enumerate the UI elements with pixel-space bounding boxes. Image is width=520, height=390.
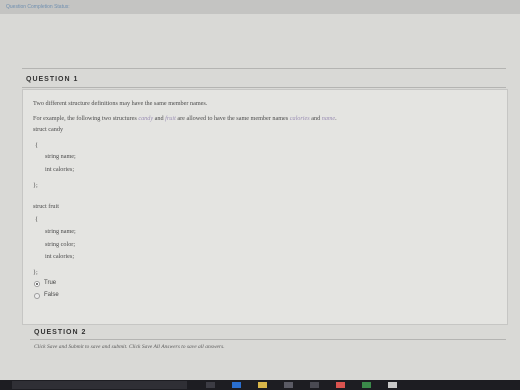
question-1-intro: Two different structure definitions may … bbox=[33, 100, 208, 107]
store-icon[interactable] bbox=[284, 382, 293, 388]
question-completion-status[interactable]: Question Completion Status: bbox=[6, 4, 70, 10]
divider bbox=[22, 68, 506, 69]
struct-name-candy: candy bbox=[138, 115, 154, 122]
question-1-example: For example, the following two structure… bbox=[33, 115, 337, 122]
save-instructions: Click Save and Submit to save and submit… bbox=[34, 344, 225, 350]
example-text: and bbox=[309, 115, 322, 122]
question-1-panel: Two different structure definitions may … bbox=[22, 89, 508, 325]
example-text: For example, the following two structure… bbox=[33, 115, 139, 122]
app-icon[interactable] bbox=[388, 382, 397, 388]
divider bbox=[22, 87, 506, 88]
code-candy-decl: struct candy bbox=[33, 126, 64, 133]
folder-icon[interactable] bbox=[258, 382, 267, 388]
option-true-radio[interactable] bbox=[34, 281, 40, 287]
question-2-heading: QUESTION 2 bbox=[34, 329, 87, 336]
taskbar bbox=[0, 380, 520, 390]
code-close-brace: }; bbox=[33, 182, 38, 189]
question-1-heading: QUESTION 1 bbox=[26, 76, 79, 83]
option-false-label[interactable]: False bbox=[44, 292, 59, 298]
option-false-radio[interactable] bbox=[34, 293, 40, 299]
app-icon[interactable] bbox=[362, 382, 371, 388]
app-icon[interactable] bbox=[310, 382, 319, 388]
code-open-brace: { bbox=[35, 216, 38, 223]
code-fruit-member: int calories; bbox=[45, 253, 75, 260]
task-view-icon[interactable] bbox=[206, 382, 215, 388]
code-candy-member: string name; bbox=[45, 153, 76, 160]
example-text: . bbox=[335, 115, 337, 122]
divider bbox=[30, 339, 506, 340]
code-fruit-member: string color; bbox=[45, 241, 76, 248]
app-icon[interactable] bbox=[336, 382, 345, 388]
option-true-label[interactable]: True bbox=[44, 280, 56, 286]
member-calories: calories bbox=[289, 115, 310, 122]
example-text: are allowed to have the same member name… bbox=[175, 115, 290, 122]
browser-icon[interactable] bbox=[232, 382, 241, 388]
code-open-brace: { bbox=[35, 142, 38, 149]
top-bar: Question Completion Status: bbox=[0, 0, 520, 14]
code-fruit-member: string name; bbox=[45, 228, 76, 235]
code-fruit-decl: struct fruit bbox=[33, 203, 59, 210]
code-close-brace: }; bbox=[33, 269, 38, 276]
example-text: and bbox=[153, 115, 166, 122]
taskbar-search[interactable] bbox=[12, 381, 187, 389]
struct-name-fruit: fruit bbox=[165, 115, 176, 122]
code-candy-member: int calories; bbox=[45, 166, 75, 173]
member-name: name bbox=[321, 115, 336, 122]
